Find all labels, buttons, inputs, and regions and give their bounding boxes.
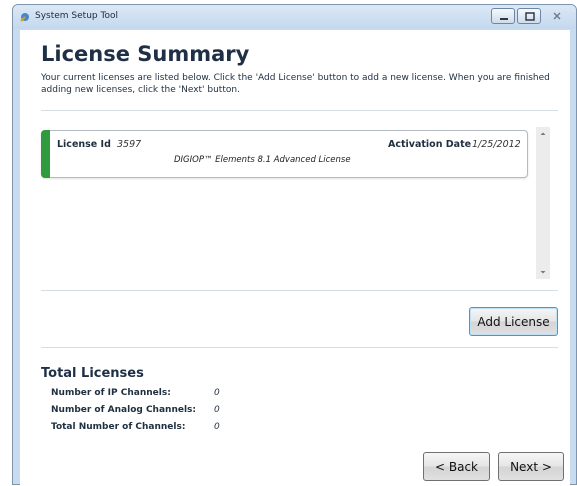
license-list[interactable]: License Id 3597 Activation Date 1/25/201… bbox=[41, 127, 538, 274]
total-channels-label: Total Number of Channels: bbox=[51, 422, 186, 432]
app-window: System Setup Tool License Summary Your c… bbox=[12, 4, 577, 486]
dialog-content: License Summary Your current licenses ar… bbox=[20, 30, 570, 486]
maximize-icon bbox=[525, 12, 535, 21]
license-card[interactable]: License Id 3597 Activation Date 1/25/201… bbox=[41, 130, 528, 178]
back-button[interactable]: < Back bbox=[423, 452, 490, 481]
analog-channels-label: Number of Analog Channels: bbox=[51, 405, 197, 415]
analog-channels-value: 0 bbox=[214, 405, 220, 415]
divider bbox=[41, 290, 558, 291]
ip-channels-label: Number of IP Channels: bbox=[51, 388, 171, 398]
maximize-button[interactable] bbox=[517, 8, 541, 24]
close-button[interactable] bbox=[543, 8, 571, 24]
license-id-value: 3597 bbox=[117, 139, 142, 150]
app-icon bbox=[20, 13, 29, 22]
minimize-icon bbox=[500, 18, 508, 20]
title-bar[interactable]: System Setup Tool bbox=[13, 5, 576, 29]
activation-date-label: Activation Date bbox=[388, 139, 472, 150]
window-title: System Setup Tool bbox=[35, 11, 118, 21]
ip-channels-value: 0 bbox=[214, 388, 220, 398]
scroll-down-icon[interactable] bbox=[536, 265, 550, 279]
minimize-button[interactable] bbox=[491, 8, 515, 24]
license-status-bar bbox=[41, 130, 50, 178]
page-description: Your current licenses are listed below. … bbox=[41, 73, 550, 95]
divider bbox=[41, 347, 558, 348]
next-button[interactable]: Next > bbox=[498, 452, 564, 481]
activation-date-value: 1/25/2012 bbox=[472, 139, 521, 150]
total-channels-value: 0 bbox=[214, 422, 220, 432]
license-list-scrollbar[interactable] bbox=[536, 127, 550, 279]
license-name: DIGIOP™ Elements 8.1 Advanced License bbox=[174, 155, 351, 165]
divider bbox=[41, 110, 558, 111]
scroll-up-icon[interactable] bbox=[536, 127, 550, 141]
add-license-button[interactable]: Add License bbox=[469, 307, 558, 336]
totals-heading: Total Licenses bbox=[41, 366, 144, 381]
page-title: License Summary bbox=[41, 42, 250, 66]
license-id-label: License Id bbox=[57, 139, 111, 150]
close-icon bbox=[553, 12, 561, 20]
